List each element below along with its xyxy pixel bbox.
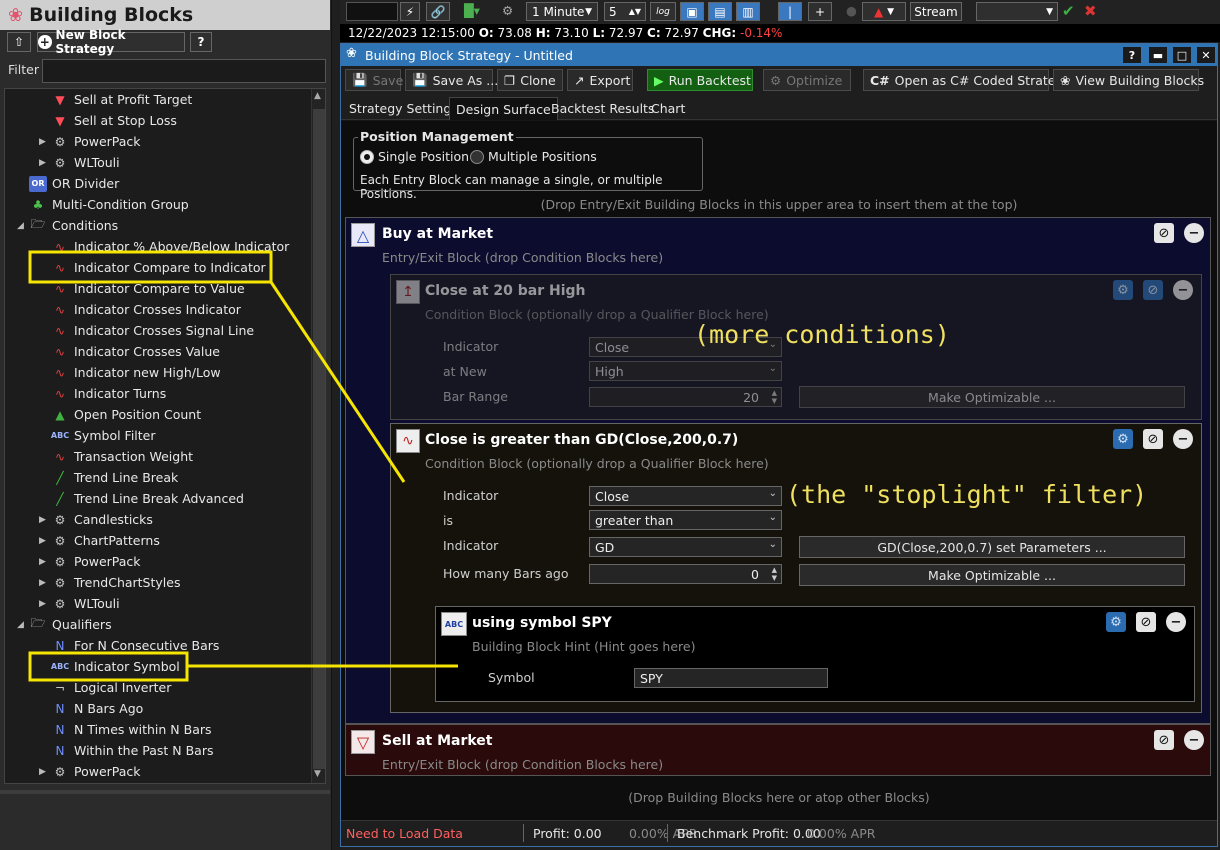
annotation-more-conditions: (more conditions) — [694, 320, 950, 349]
annotation-overlay — [28, 250, 458, 682]
highlight-box-compare-indicator — [28, 250, 273, 284]
annotation-stoplight-filter: (the "stoplight" filter) — [786, 480, 1148, 509]
connector-line-compare — [269, 281, 406, 483]
highlight-box-indicator-symbol — [28, 651, 189, 682]
